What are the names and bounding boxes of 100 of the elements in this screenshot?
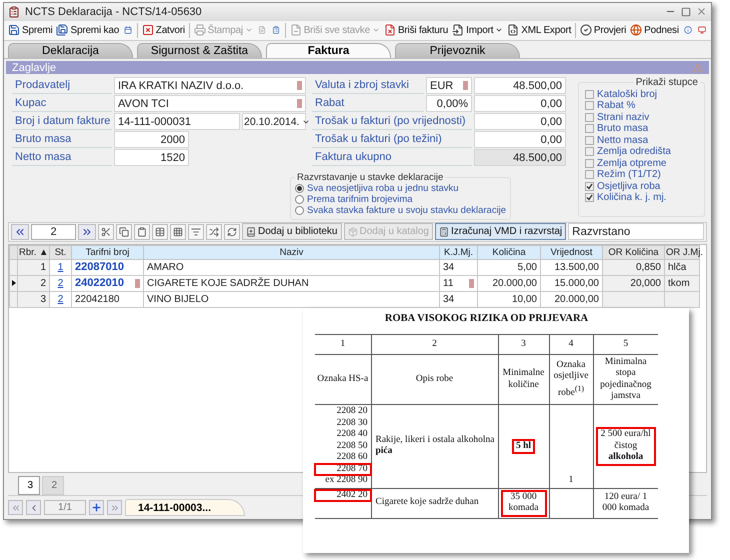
checkbox[interactable] [585,101,594,110]
input-field[interactable]: IRA KRATKI NAZIV d.o.o. [114,77,306,94]
checkbox[interactable] [585,136,594,145]
column-header[interactable]: OR Količina [602,245,664,259]
checkbox-option[interactable]: Zemlja odredišta [585,146,700,158]
page-field[interactable]: 2 [31,224,76,240]
copy-button[interactable] [116,224,132,240]
clipboard-icon[interactable] [272,24,280,36]
column-header[interactable]: Količina [478,245,540,259]
filter-button[interactable] [188,224,204,240]
field-label: Trošak u fakturi (po vrijednosti) [312,113,472,130]
clipboard-button[interactable] [134,224,150,240]
hs-code: 2208 60 [336,452,368,464]
radio-option[interactable]: Svaka stavka fakture u svoju stavku deklaracije [295,205,506,216]
printer-icon [194,24,206,36]
tab[interactable]: Faktura [266,42,391,58]
input-field[interactable]: 2000 [114,131,189,148]
input-field[interactable]: 1520 [114,149,189,166]
link[interactable]: 2 [58,278,64,288]
tab[interactable]: 3 [18,476,40,495]
checkbox[interactable] [585,147,594,156]
checkbox[interactable] [585,170,594,180]
checkbox-option[interactable]: Kataloški broj [585,88,700,100]
book-icon [246,226,256,237]
input-field[interactable]: EUR [426,77,472,94]
calendar-icon[interactable] [124,24,132,36]
input-field[interactable]: 48.500,00 [474,77,566,94]
toolbar-button[interactable]: XML Export [506,21,572,40]
toolbar-button[interactable]: Import [451,21,504,40]
checkbox-option[interactable]: Zemlja otpreme [585,157,700,169]
grid-button[interactable]: Dodaj u biblioteku [242,223,342,240]
checkbox[interactable] [585,112,594,122]
checkbox-option[interactable]: Strani naziv [585,111,700,123]
checkbox-option[interactable]: Netto masa [585,134,700,146]
checkbox[interactable] [585,193,594,202]
table-cell [664,291,700,307]
app-icon [8,6,20,18]
radio-button[interactable] [295,206,304,216]
tab[interactable]: Deklaracija [8,42,133,58]
marker-icon [463,81,468,90]
record-tab[interactable]: 14-111-00003... [125,499,245,516]
first-page-button[interactable] [11,224,29,240]
tab[interactable]: 2 [42,476,64,495]
column-header[interactable]: Rbr. ▲ [18,245,50,259]
grid-button[interactable]: Izračunaj VMD i razvrstaj [435,223,566,240]
toolbar-button[interactable]: Podnesi [629,21,680,40]
input-field[interactable]: 0,00 [474,113,566,130]
last-page-button[interactable] [78,224,96,240]
info-icon[interactable] [684,24,692,36]
link[interactable]: 2 [58,294,64,304]
column-header[interactable]: Tarifni broj [72,245,144,259]
previous-record-button[interactable] [26,500,41,515]
column-header[interactable]: Naziv [144,245,440,259]
table-button[interactable] [152,224,168,240]
tab[interactable]: Prijevoznik [395,42,520,58]
add-record-button[interactable] [89,500,104,515]
column-header[interactable]: K.J.Mj. [440,245,478,259]
column-header[interactable]: Vrijednost [540,245,602,259]
input-field[interactable]: 14-111-000031 [114,113,240,130]
monitor-icon[interactable] [698,24,706,36]
column-header[interactable]: St. [50,245,72,259]
scissors-button[interactable] [98,224,114,240]
checkbox-option[interactable]: Rabat % [585,100,700,112]
input-field[interactable]: 0,00% [426,95,472,112]
refresh-button[interactable] [224,224,240,240]
table-cell: Oznaka osjetljive robe$^{(1)}$ [549,354,593,404]
radio-option[interactable]: Sva neosjetljiva roba u jednu stavku [295,183,506,194]
input-field[interactable]: AVON TCI [114,95,306,112]
toolbar-button[interactable]: Zatvori [140,21,186,40]
close-icon[interactable] [696,6,707,18]
checkbox[interactable] [585,158,594,168]
toolbar-button[interactable]: Spremi [7,21,54,40]
input-field[interactable]: 0,00 [474,131,566,148]
link[interactable]: 1 [58,262,64,272]
checkbox-option[interactable]: Količina k. j. mj. [585,192,700,204]
checkbox[interactable] [585,124,594,134]
group-title: Razvrstavanje u stavke deklaracije [296,172,444,184]
tab[interactable]: Sigurnost & Zaštita [137,42,262,58]
column-header[interactable]: OR J.Mj. [664,245,700,259]
checkbox-option[interactable]: Osjetljiva roba [585,180,700,192]
radio-option[interactable]: Prema tarifnim brojevima [295,194,506,206]
checkbox-option[interactable]: Režim (T1/T2) [585,168,700,180]
radio-button[interactable] [295,195,304,204]
input-field[interactable]: 0,00 [474,95,566,112]
toolbar-button[interactable]: Briši fakturu [382,21,450,40]
table-cell: 5 [593,334,658,354]
toolbar-button[interactable]: Spremi kao [55,21,120,40]
checkbox-option[interactable]: Bruto masa [585,122,700,134]
unit-code: 34 [443,294,454,304]
checkbox[interactable] [585,90,594,99]
table-cell: 0,850 [602,259,664,275]
checkbox[interactable] [585,182,594,191]
date-field[interactable]: 20.10.2014. [242,113,306,130]
grid-button[interactable] [170,224,186,240]
table-cell: 1 [315,334,371,354]
hs-code: 2208 70 [315,464,370,475]
radio-button[interactable] [295,184,304,194]
maximize-icon[interactable] [681,6,691,17]
shuffle-button[interactable] [206,224,222,240]
toolbar-button[interactable]: Provjeri [578,21,628,40]
